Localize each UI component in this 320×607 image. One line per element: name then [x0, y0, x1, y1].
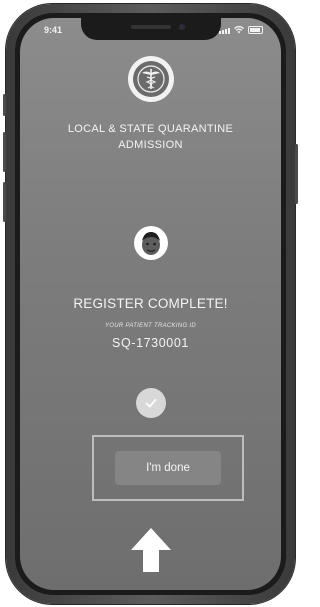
wifi-icon — [234, 26, 244, 34]
done-button[interactable]: I'm done — [115, 451, 221, 485]
phone-frame: 9:41 LOCAL & STATE QUARANTINE ADMISSION … — [3, 4, 298, 604]
tracking-id-value: SQ-1730001 — [112, 336, 189, 350]
signal-icon — [219, 28, 230, 34]
tracking-id-label: YOUR PATIENT TRACKING ID — [105, 323, 196, 329]
notch — [80, 18, 221, 40]
app-screen: 9:41 LOCAL & STATE QUARANTINE ADMISSION … — [20, 18, 281, 590]
mute-switch — [3, 94, 6, 116]
check-icon — [135, 388, 166, 418]
volume-down-button — [3, 182, 6, 222]
up-arrow-icon — [130, 528, 171, 572]
memoji-avatar-icon — [133, 226, 168, 260]
status-icons — [219, 26, 263, 34]
camera — [178, 24, 185, 30]
power-button — [295, 144, 298, 204]
caduceus-icon — [136, 65, 165, 93]
speaker — [130, 25, 171, 29]
phone-bezel: 9:41 LOCAL & STATE QUARANTINE ADMISSION … — [15, 13, 286, 595]
department-seal-icon — [127, 56, 174, 102]
register-complete-heading: REGISTER COMPLETE! — [73, 296, 228, 311]
status-time: 9:41 — [44, 25, 63, 35]
page-title: LOCAL & STATE QUARANTINE ADMISSION — [67, 123, 234, 151]
battery-icon — [248, 26, 263, 34]
volume-up-button — [3, 132, 6, 172]
